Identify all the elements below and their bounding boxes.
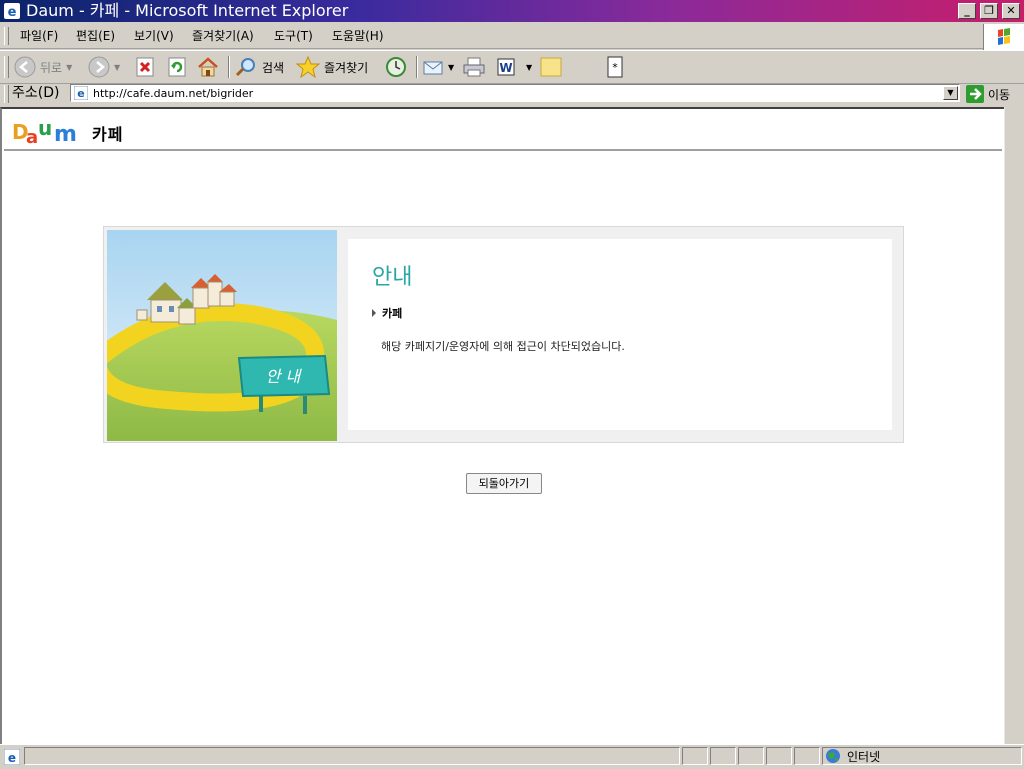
svg-text:u: u	[38, 117, 52, 140]
menubar-grip[interactable]	[4, 27, 9, 45]
ie-logo-icon: e	[4, 3, 20, 19]
status-pane	[794, 747, 820, 765]
close-button[interactable]: ✕	[1002, 3, 1020, 19]
windows-logo	[983, 24, 1024, 50]
notice-box: 안 내 안내 카페 해당 카페지기/운영자에 의해 접근이 차단되었습니다.	[103, 226, 904, 443]
menu-favorites[interactable]: 즐겨찾기(A)	[192, 28, 254, 44]
search-icon	[235, 58, 255, 77]
menu-edit[interactable]: 편집(E)	[76, 28, 115, 44]
windows-flag-icon	[998, 28, 1010, 45]
notice-subtitle: 카페	[372, 305, 402, 321]
messenger-button[interactable]: *	[606, 55, 624, 79]
page-viewport: D a u m 카페 안 내 안내 카페 해당 카페지기/운영자에 의해 접근이…	[0, 107, 1004, 744]
notice-message: 해당 카페지기/운영자에 의해 접근이 차단되었습니다.	[381, 340, 625, 353]
address-url: http://cafe.daum.net/bigrider	[93, 87, 254, 100]
daum-logo[interactable]: D a u m	[12, 116, 88, 148]
menu-view[interactable]: 보기(V)	[134, 28, 174, 44]
address-bar: 주소(D) e http://cafe.daum.net/bigrider ▼ …	[0, 83, 1024, 105]
window-titlebar[interactable]: e Daum - 카페 - Microsoft Internet Explore…	[0, 0, 1024, 22]
back-dropdown-icon[interactable]: ▼	[66, 63, 72, 72]
village-illustration: 안 내	[107, 230, 337, 441]
sign-text: 안 내	[266, 367, 303, 386]
toolbar-separator	[416, 56, 418, 78]
mail-button[interactable]: ▼	[422, 55, 454, 79]
notice-illustration: 안 내	[107, 230, 337, 441]
status-pane	[682, 747, 708, 765]
star-icon	[296, 56, 320, 78]
refresh-button[interactable]	[166, 55, 188, 79]
menu-tools[interactable]: 도구(T)	[274, 28, 313, 44]
history-icon	[386, 57, 406, 77]
print-button[interactable]	[462, 55, 486, 79]
toolbar-separator	[228, 56, 230, 78]
status-pane	[738, 747, 764, 765]
svg-text:*: *	[612, 61, 618, 74]
standard-toolbar: 뒤로 ▼ ▼ 검색 즐겨찾기 ▼ W ▼ *	[0, 50, 1024, 84]
note-icon	[540, 57, 562, 77]
addressbar-grip[interactable]	[4, 85, 9, 103]
page-icon: e	[74, 86, 88, 100]
notice-content: 안내 카페 해당 카페지기/운영자에 의해 접근이 차단되었습니다.	[348, 239, 892, 430]
back-button[interactable]: 뒤로 ▼	[14, 55, 72, 79]
security-zone[interactable]: 인터넷	[822, 747, 1022, 765]
page-status-icon: e	[4, 749, 20, 765]
favorites-button[interactable]: 즐겨찾기	[296, 55, 368, 79]
status-bar: e 인터넷	[0, 744, 1024, 769]
back-arrow-icon	[14, 56, 36, 78]
header-divider	[4, 149, 1002, 151]
svg-text:W: W	[499, 61, 512, 75]
restore-button[interactable]: ❐	[980, 3, 998, 19]
status-text-pane	[24, 747, 680, 765]
cafe-label[interactable]: 카페	[92, 121, 123, 145]
go-back-button[interactable]: 되돌아가기	[466, 473, 542, 494]
svg-text:e: e	[8, 5, 17, 19]
stop-icon	[136, 57, 154, 77]
address-label: 주소(D)	[12, 85, 60, 101]
favorites-label: 즐겨찾기	[324, 60, 369, 75]
forward-dropdown-icon[interactable]: ▼	[114, 63, 120, 72]
svg-text:a: a	[26, 127, 38, 145]
vertical-scrollbar[interactable]	[1004, 107, 1024, 744]
forward-button[interactable]: ▼	[88, 55, 120, 79]
printer-icon	[463, 57, 485, 77]
home-button[interactable]	[196, 55, 220, 79]
home-icon	[198, 57, 218, 77]
svg-text:m: m	[54, 122, 77, 145]
mail-dropdown-icon[interactable]: ▼	[448, 63, 454, 72]
status-pane	[710, 747, 736, 765]
notice-title: 안내	[372, 265, 413, 290]
daum-logo-image: D a u m	[12, 116, 77, 148]
zone-label: 인터넷	[847, 749, 881, 764]
go-arrow-icon	[966, 85, 984, 103]
forward-arrow-icon	[88, 56, 110, 78]
edit-button[interactable]: W ▼	[496, 55, 532, 79]
notice-subtitle-text: 카페	[382, 307, 403, 320]
globe-icon	[826, 749, 840, 763]
triangle-bullet-icon	[372, 309, 376, 317]
search-label: 검색	[262, 60, 285, 75]
back-label: 뒤로	[40, 60, 63, 75]
go-label: 이동	[988, 87, 1011, 102]
svg-text:e: e	[77, 87, 84, 100]
messenger-icon: *	[607, 56, 623, 78]
menu-help[interactable]: 도움말(H)	[332, 28, 384, 44]
discuss-button[interactable]	[540, 55, 562, 79]
mail-icon	[423, 61, 443, 75]
minimize-button[interactable]: _	[958, 3, 976, 19]
address-dropdown-icon[interactable]: ▼	[943, 86, 958, 100]
toolbar-grip[interactable]	[4, 56, 9, 78]
history-button[interactable]	[384, 55, 408, 79]
stop-button[interactable]	[134, 55, 156, 79]
address-input[interactable]: e http://cafe.daum.net/bigrider ▼	[70, 84, 960, 102]
go-button[interactable]: 이동	[966, 84, 1010, 104]
edit-dropdown-icon[interactable]: ▼	[526, 63, 532, 72]
svg-text:e: e	[8, 751, 16, 765]
refresh-icon	[168, 57, 186, 77]
status-pane	[766, 747, 792, 765]
window-title: Daum - 카페 - Microsoft Internet Explorer	[26, 1, 349, 20]
search-button[interactable]: 검색	[234, 55, 284, 79]
menu-bar: 파일(F) 편집(E) 보기(V) 즐겨찾기(A) 도구(T) 도움말(H)	[0, 24, 1024, 49]
menu-file[interactable]: 파일(F)	[20, 28, 58, 44]
word-icon: W	[497, 58, 515, 76]
